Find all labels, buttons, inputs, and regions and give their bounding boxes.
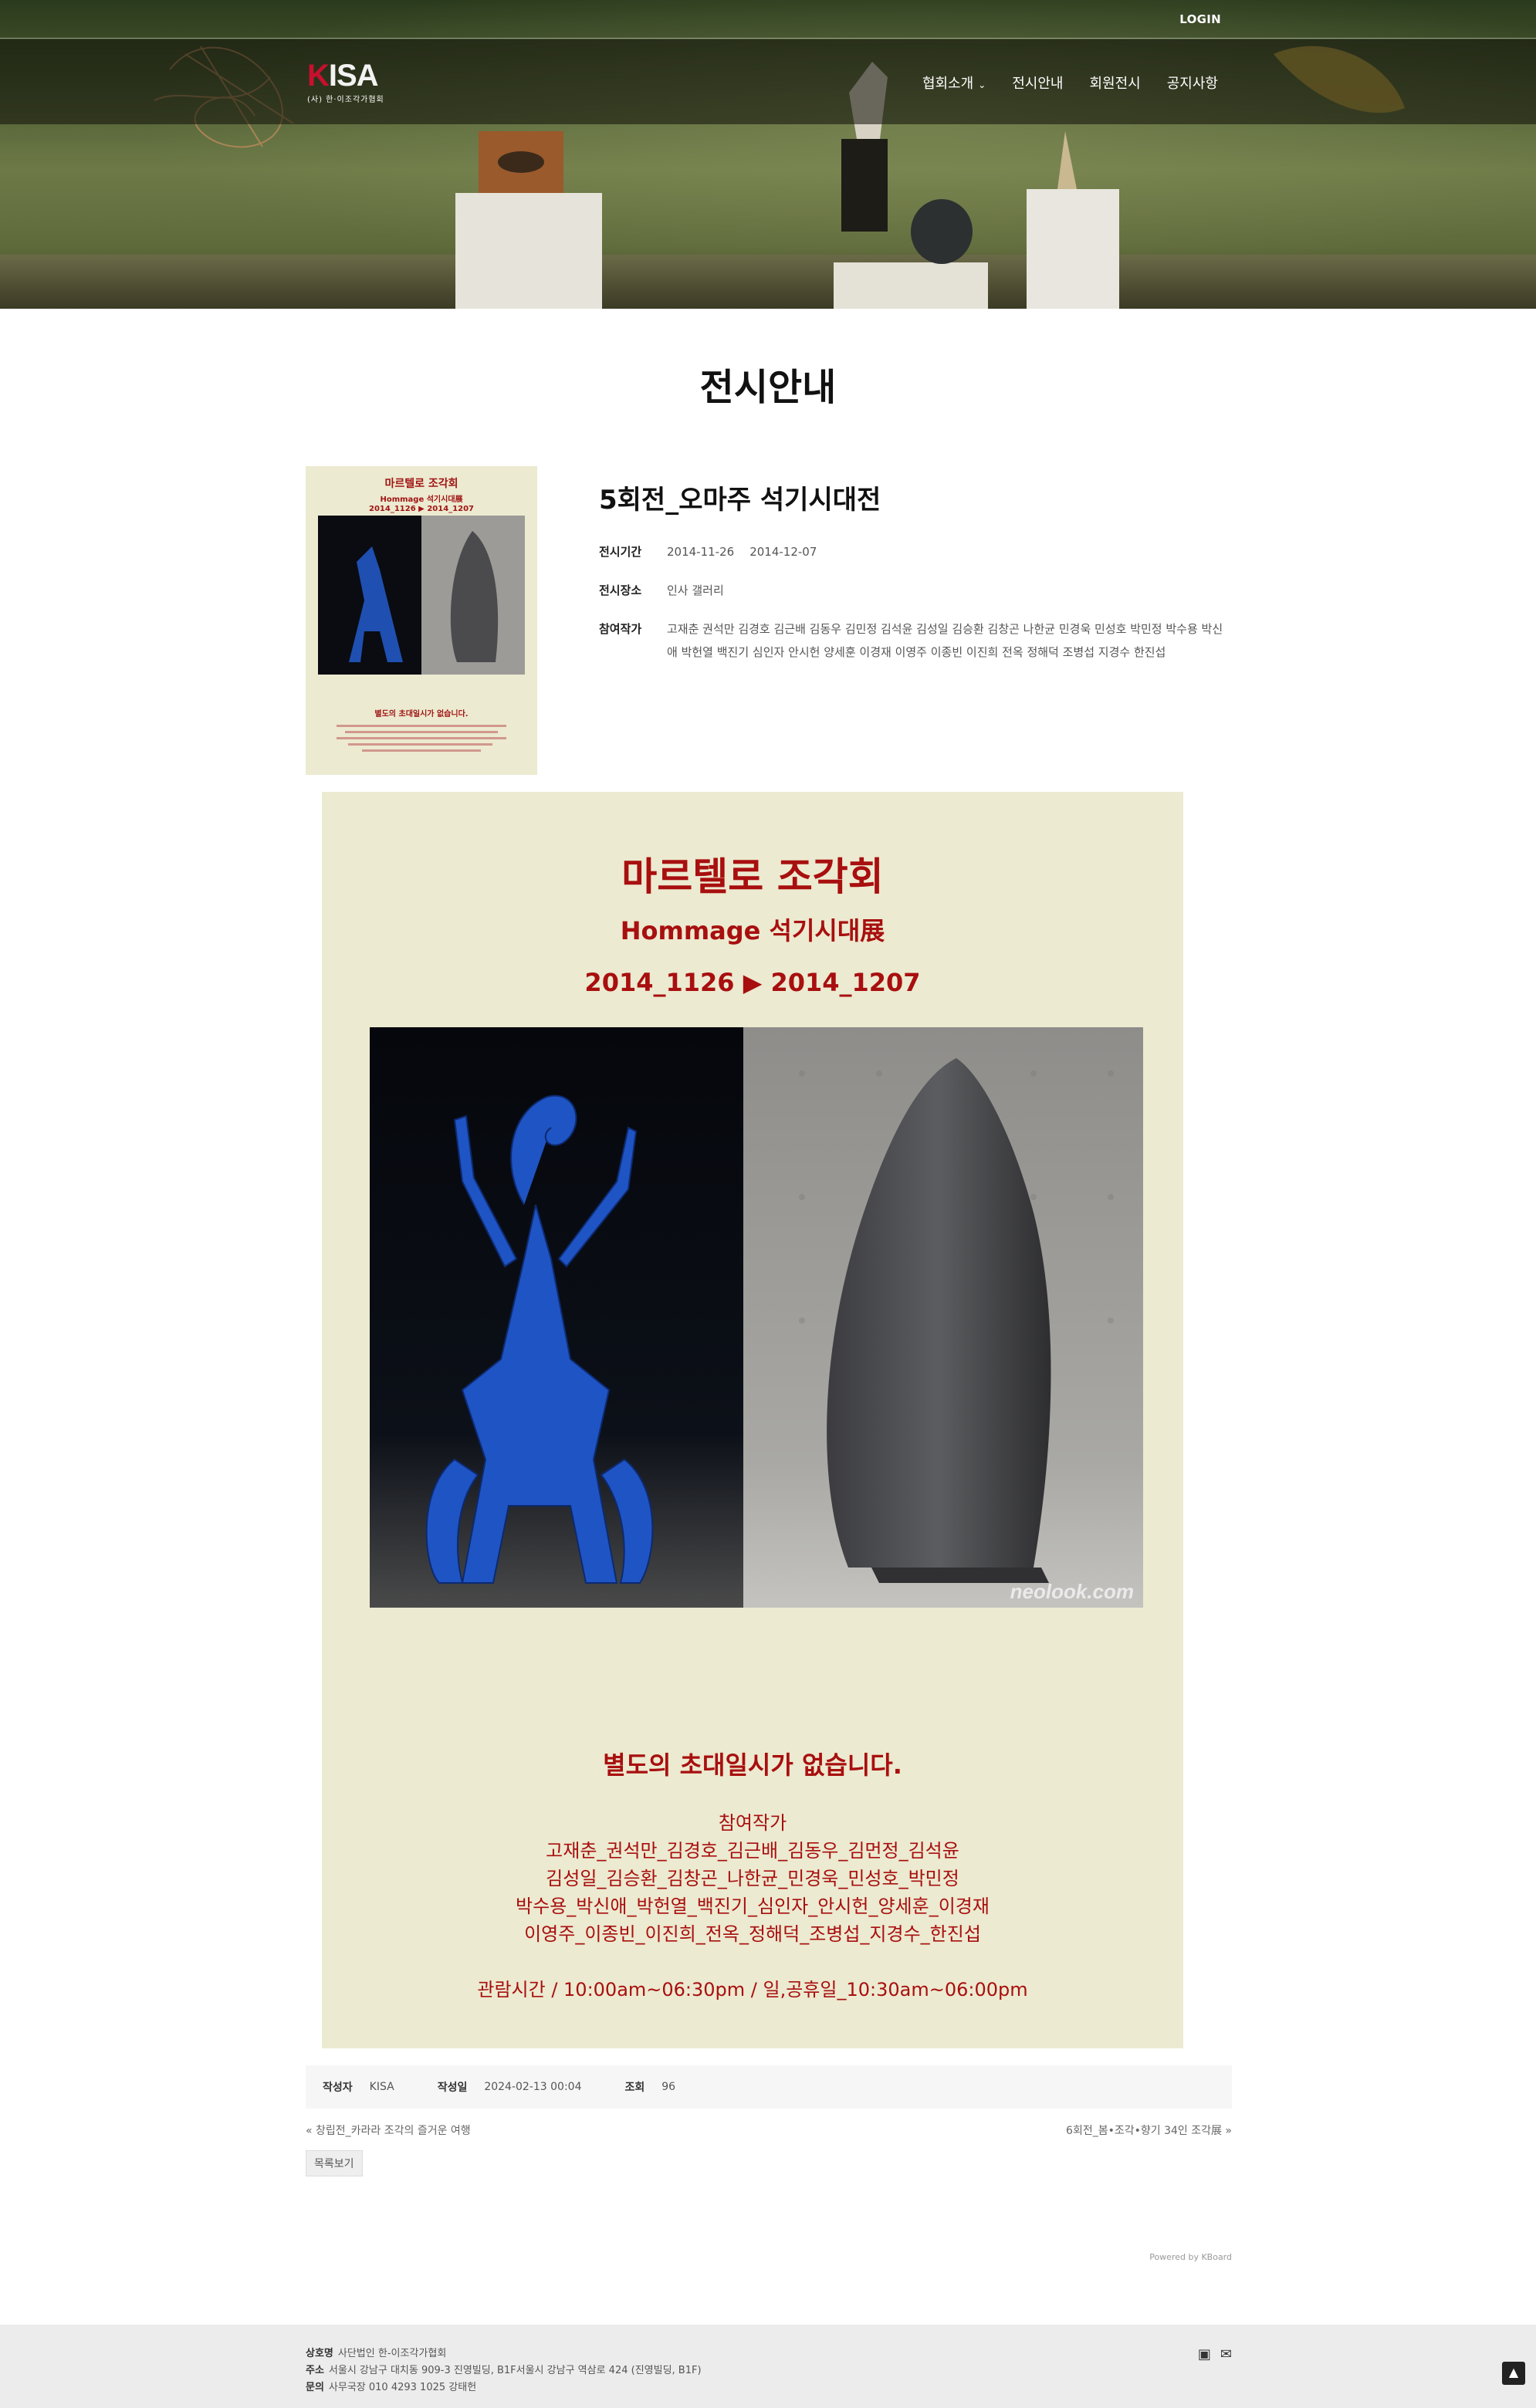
instagram-icon[interactable]: ▣ [1198,2346,1211,2362]
next-post-link[interactable]: 6회전_봄•조각•향기 34인 조각展 » [1066,2122,1232,2138]
nav-item-exhibitions[interactable]: 전시안내 [1012,73,1063,93]
nav-item-about[interactable]: 협회소개 ⌄ [922,73,986,93]
main-nav: 협회소개 ⌄ 전시안내 회원전시 공지사항 [922,73,1218,93]
views-label: 조회 [624,2082,645,2094]
thumb-artist-lines [337,721,506,756]
footer-contact-label: 문의 [306,2382,324,2393]
poster-watermark: neolook.com [1010,1580,1134,1603]
poster-title: 마르텔로 조각회 [621,854,884,899]
period-end: 2014-12-07 [749,545,817,559]
chevron-down-icon: ⌄ [978,79,986,90]
logo-subtitle: (사) 한·이조각가협회 [307,96,384,104]
exhibition-thumbnail[interactable]: 마르텔로 조각회 Hommage 석기시대展 2014_1126 ▶ 2014_… [306,466,537,775]
footer-company: 상호명 사단법인 한-이조각가협회 [306,2345,446,2359]
meta-place-value: 인사 갤러리 [667,583,724,597]
list-button[interactable]: 목록보기 [306,2150,363,2176]
poster-subtitle: Hommage 석기시대展 [620,916,885,945]
footer-contact-value: 사무국장 010 4293 1025 강태헌 [328,2382,477,2393]
meta-period-value: 2014-11-26 2014-12-07 [667,540,817,563]
nav-item-label: 협회소개 [922,76,974,92]
thumb-notice: 별도의 초대일시가 없습니다. [374,710,469,719]
meta-artists: 참여작가 고재춘 권석만 김경호 김근배 김동우 김민정 김석윤 김성일 김승환… [599,617,1232,664]
date-label: 작성일 [437,2082,468,2094]
poster-artist-line: 고재춘_권석만_김경호_김근배_김동우_김먼정_김석윤 [546,1840,959,1862]
poster-sculpture-photo: neolook.com [370,1027,1143,1608]
login-link[interactable]: LOGIN [1179,12,1221,26]
poster-artist-line: 박수용_박신애_박헌열_백진기_심인자_안시헌_양세훈_이경재 [516,1896,990,1917]
poster-hours: 관람시간 / 10:00am~06:30pm / 일,공휴일_10:30am~0… [477,1979,1028,2000]
nav-item-notices[interactable]: 공지사항 [1167,73,1218,93]
nav-item-member-exhibitions[interactable]: 회원전시 [1090,73,1141,93]
poster-notice: 별도의 초대일시가 없습니다. [603,1750,902,1780]
thumb-sculpture-photo [318,516,525,675]
site-footer: 상호명 사단법인 한-이조각가협회 주소 서울시 강남구 대치동 909-3 진영빌… [0,2325,1536,2408]
thumb-date: 2014_1126 ▶ 2014_1207 [369,505,474,513]
poster-artist-line: 김성일_김승환_김창곤_나한균_민경욱_민성호_박민정 [546,1868,959,1889]
powered-by-link[interactable]: Powered by KBoard [1149,2252,1232,2262]
poster-artist-line: 이영주_이종빈_이진희_전옥_정해덕_조병섭_지경수_한진섭 [524,1923,981,1945]
meta-artists-label: 참여작가 [599,622,642,636]
author-value: KISA [369,2081,394,2093]
post-title: 5회전_오마주 석기시대전 [599,485,881,516]
post-info-bar: 작성자 KISA 작성일 2024-02-13 00:04 조회 96 [306,2065,1232,2109]
footer-address-label: 주소 [306,2365,324,2376]
period-start: 2014-11-26 [667,545,735,559]
views-value: 96 [661,2081,676,2093]
prev-post-link[interactable]: « 창립전_카라라 조각의 즐거운 여행 [306,2122,471,2138]
meta-period: 전시기간 2014-11-26 2014-12-07 [599,540,817,563]
meta-artists-value: 고재춘 권석만 김경호 김근배 김동우 김민정 김석윤 김성일 김승환 김창곤 … [667,622,1223,659]
poster-date: 2014_1126 ▶ 2014_1207 [584,968,921,997]
logo-mark: KISA [307,59,379,93]
meta-period-label: 전시기간 [599,545,642,559]
scroll-to-top-button[interactable]: ▲ [1502,2362,1525,2385]
site-logo[interactable]: KISA (사) 한·이조각가협회 [307,59,392,104]
footer-address: 주소 서울시 강남구 대치동 909-3 진영빌딩, B1F서울시 강남구 역삼로… [306,2362,702,2376]
meta-place-label: 전시장소 [599,583,642,597]
thumb-title: 마르텔로 조각회 [384,478,458,490]
author-label: 작성자 [323,2082,353,2094]
footer-company-label: 상호명 [306,2348,333,2359]
thumb-subtitle: Hommage 석기시대展 [380,495,463,504]
meta-place: 전시장소 인사 갤러리 [599,579,724,602]
date-value: 2024-02-13 00:04 [484,2081,582,2093]
footer-address-value: 서울시 강남구 대치동 909-3 진영빌딩, B1F서울시 강남구 역삼로 4… [328,2365,702,2376]
mail-icon[interactable]: ✉ [1220,2346,1232,2362]
chevron-up-icon: ▲ [1508,2365,1519,2379]
page-title: 전시안내 [699,366,837,409]
top-bar: LOGIN [0,0,1536,39]
footer-social-icons: ▣ ✉ [1198,2346,1232,2362]
footer-company-value: 사단법인 한-이조각가협회 [337,2348,447,2359]
main-navbar [0,39,1536,124]
exhibition-poster: 마르텔로 조각회 Hommage 석기시대展 2014_1126 ▶ 2014_… [322,792,1183,2048]
hero-banner: LOGIN KISA (사) 한·이조각가협회 협회소개 ⌄ 전시안내 회원전시 … [0,0,1536,309]
poster-artists-heading: 참여작가 [718,1812,787,1834]
footer-contact: 문의 사무국장 010 4293 1025 강태헌 [306,2379,476,2393]
